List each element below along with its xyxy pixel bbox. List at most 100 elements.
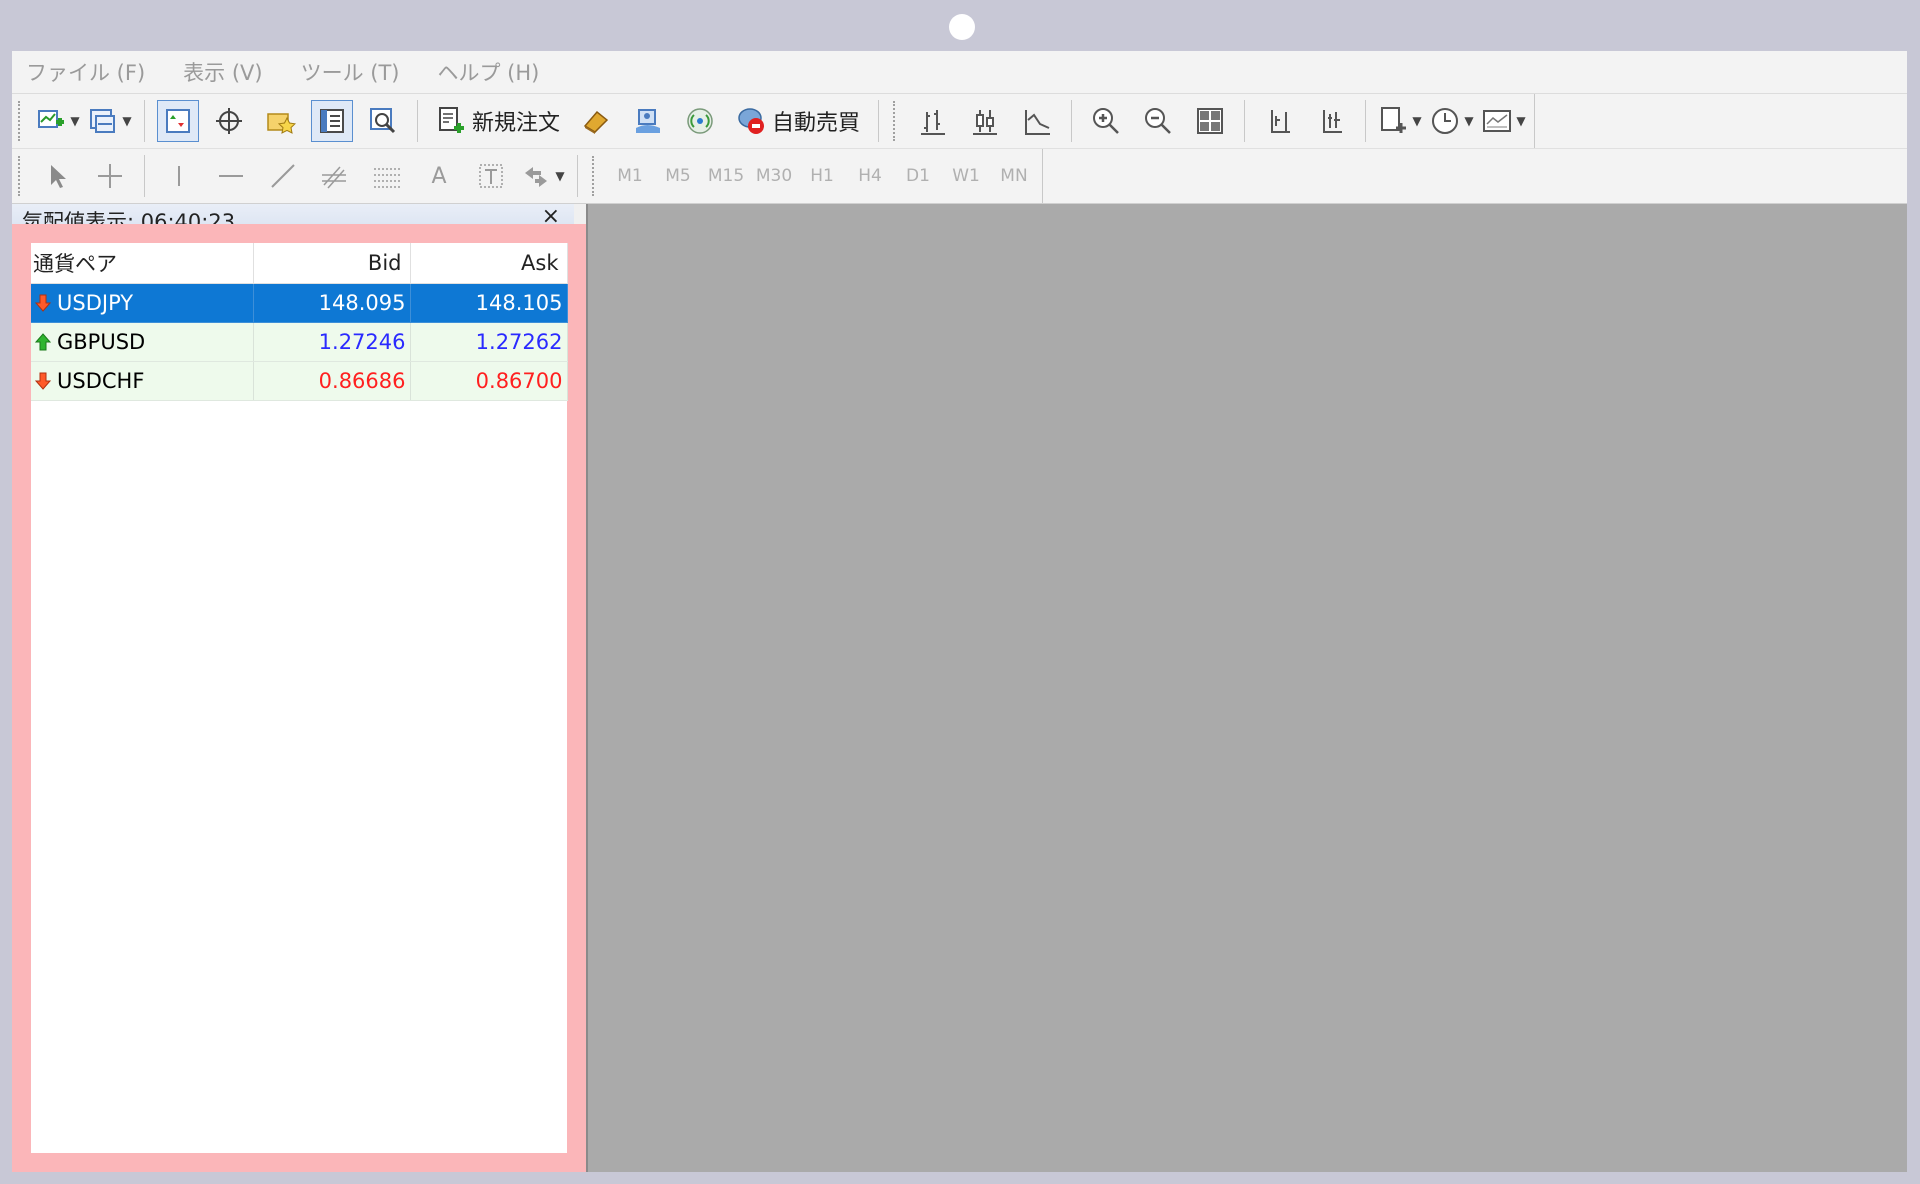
favorites-icon [267, 113, 296, 134]
navigator-button[interactable] [259, 99, 303, 143]
terminal-button[interactable] [311, 100, 353, 142]
toolbar-separator [417, 100, 418, 142]
arrows-icon [525, 167, 548, 187]
metaeditor-icon [583, 110, 609, 134]
new-chart-button[interactable]: ▼ [36, 99, 80, 143]
toolbar-end [1534, 94, 1536, 148]
vertical-line-button[interactable] [157, 154, 201, 198]
chevron-down-icon: ▼ [1412, 114, 1422, 128]
menu-tools[interactable]: ツール (T) [301, 57, 400, 87]
standard-toolbar: ▼ ▼ 新規注文 自動売買 ▼ ▼ ▼ [12, 94, 1907, 149]
tile-windows-icon [1197, 108, 1224, 134]
column-header-bid[interactable]: Bid [253, 243, 411, 284]
signals-icon [636, 109, 661, 133]
data-window-button[interactable] [207, 99, 251, 143]
timeframe-m5[interactable]: M5 [654, 166, 702, 186]
timeframe-m30[interactable]: M30 [750, 166, 798, 186]
chevron-down-icon: ▼ [1464, 114, 1474, 128]
symbol-label: USDCHF [57, 369, 145, 393]
timeframe-mn[interactable]: MN [990, 166, 1038, 186]
toolbar-grip[interactable] [592, 156, 598, 196]
toolbar-separator [577, 155, 578, 197]
table-header-row: 通貨ペア Bid Ask [31, 243, 568, 284]
symbol-cell[interactable]: USDCHF [31, 361, 254, 401]
symbol-wrap: USDJPY [35, 291, 249, 315]
strategy-tester-button[interactable] [361, 99, 405, 143]
symbol-label: USDJPY [57, 291, 134, 315]
column-header-symbol[interactable]: 通貨ペア [31, 243, 254, 284]
crosshair-tool-icon [98, 164, 122, 188]
bar-chart-icon [921, 110, 946, 135]
arrows-button[interactable]: ▼ [521, 154, 565, 198]
trendline-button[interactable] [261, 154, 305, 198]
community-button[interactable] [626, 99, 670, 143]
auto-trading-icon [738, 108, 765, 134]
tile-windows-button[interactable] [1188, 99, 1232, 143]
autoscroll-icon [1323, 110, 1343, 133]
bar-chart-button[interactable] [911, 99, 955, 143]
candlestick-button[interactable] [963, 99, 1007, 143]
table-row[interactable]: USDJPY 148.095 148.105 [31, 283, 568, 323]
app-window: ファイル (F) 表示 (V) ツール (T) ヘルプ (H) ▼ ▼ 新規注文… [12, 51, 1907, 1172]
symbol-cell[interactable]: GBPUSD [31, 322, 254, 362]
ask-cell: 0.86700 [410, 361, 568, 401]
arrow-down-icon [35, 372, 51, 390]
timeframe-h4[interactable]: H4 [846, 166, 894, 186]
auto-trading-button[interactable]: 自動売買 [730, 99, 866, 143]
table-row[interactable]: GBPUSD 1.27246 1.27262 [31, 322, 568, 362]
timeframe-m15[interactable]: M15 [702, 166, 750, 186]
market-watch-button[interactable] [157, 100, 199, 142]
market-watch-panel: 通貨ペア Bid Ask USDJPY 148.095 148.105 GBPUSD 1… [31, 243, 568, 1153]
cursor-button[interactable] [36, 154, 80, 198]
chevron-down-icon: ▼ [70, 114, 80, 128]
timeframe-d1[interactable]: D1 [894, 166, 942, 186]
strategy-tester-icon [370, 108, 396, 134]
chart-shift-icon [1271, 110, 1291, 133]
bid-cell: 0.86686 [253, 361, 411, 401]
timeframe-w1[interactable]: W1 [942, 166, 990, 186]
channels-button[interactable] [313, 154, 357, 198]
line-chart-icon [1025, 110, 1051, 135]
navigator-icon [320, 109, 344, 133]
periodicity-icon [1432, 108, 1459, 134]
horizontal-line-icon [219, 175, 243, 177]
fibonacci-icon [322, 166, 346, 189]
toolbar-grip[interactable] [893, 101, 899, 141]
toolbar-separator [878, 100, 880, 142]
signals-button[interactable] [678, 99, 722, 143]
horizontal-line-button[interactable] [209, 154, 253, 198]
ask-cell: 148.105 [410, 283, 568, 323]
new-order-label: 新規注文 [472, 111, 561, 136]
candlestick-icon [973, 110, 998, 135]
chart-workspace[interactable] [586, 204, 1907, 1172]
trendline-icon [271, 164, 295, 188]
fibonacci-button[interactable] [365, 154, 409, 198]
toolbar-grip[interactable] [18, 156, 24, 196]
periodicity-button[interactable]: ▼ [1430, 99, 1474, 143]
menu-file[interactable]: ファイル (F) [26, 57, 145, 87]
profiles-button[interactable]: ▼ [88, 99, 132, 143]
symbol-cell[interactable]: USDJPY [31, 283, 254, 323]
menu-view[interactable]: 表示 (V) [183, 57, 262, 87]
text-button[interactable]: A [417, 154, 461, 198]
autoscroll-button[interactable] [1309, 99, 1353, 143]
column-header-ask[interactable]: Ask [410, 243, 568, 284]
bid-cell: 148.095 [253, 283, 411, 323]
menu-help[interactable]: ヘルプ (H) [437, 57, 539, 87]
indicators-button[interactable]: ▼ [1378, 99, 1422, 143]
chart-shift-button[interactable] [1257, 99, 1301, 143]
timeframe-m1[interactable]: M1 [606, 166, 654, 186]
text-label-button[interactable] [469, 154, 513, 198]
line-chart-button[interactable] [1015, 99, 1059, 143]
new-order-button[interactable]: 新規注文 [430, 99, 566, 143]
timeframe-h1[interactable]: H1 [798, 166, 846, 186]
table-row[interactable]: USDCHF 0.86686 0.86700 [31, 361, 568, 401]
toolbar-grip[interactable] [18, 101, 24, 141]
crosshair-tool-button[interactable] [88, 154, 132, 198]
zoom-out-button[interactable] [1136, 99, 1180, 143]
metaeditor-button[interactable] [574, 99, 618, 143]
arrow-down-icon [35, 294, 51, 312]
zoom-in-button[interactable] [1084, 99, 1128, 143]
templates-button[interactable]: ▼ [1482, 99, 1526, 143]
toolbar-separator [1244, 100, 1246, 142]
